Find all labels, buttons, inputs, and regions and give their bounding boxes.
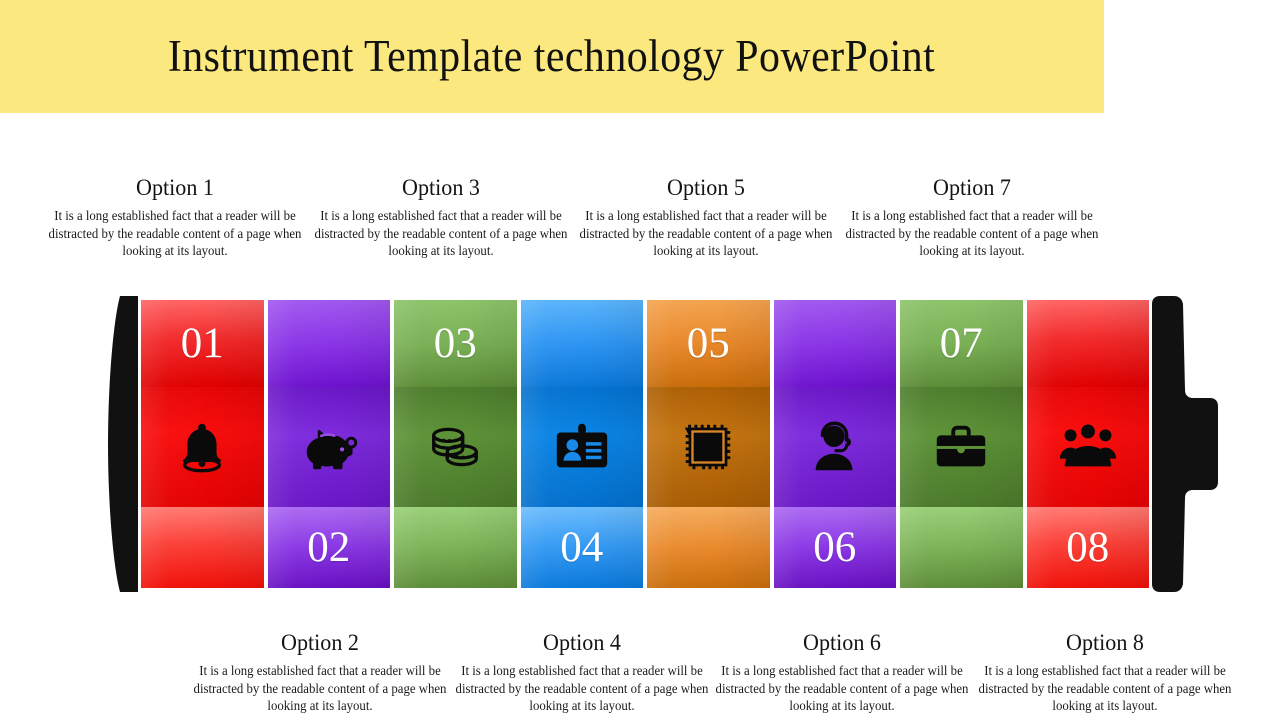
cell-5-number-band: 05 [647, 300, 770, 387]
option-heading-5: Option 5 [667, 175, 745, 200]
cell-8-blank-band [1026, 300, 1149, 387]
battery-cell-3[interactable]: 03 [394, 300, 517, 588]
option-body-7: It is a long established fact that a rea… [845, 208, 1099, 259]
page-title: Instrument Template technology PowerPoin… [168, 31, 936, 81]
option-body-2: It is a long established fact that a rea… [193, 663, 447, 714]
cell-8-number-band: 08 [1026, 507, 1149, 588]
battery-cell-4[interactable]: 04 [520, 300, 643, 588]
cell-8-number: 08 [1066, 524, 1110, 571]
coins-icon [424, 416, 486, 478]
bell-icon [171, 416, 233, 478]
battery-cell-5[interactable]: 05 [647, 300, 770, 588]
cell-1-blank-band [141, 507, 264, 588]
cell-2-number: 02 [307, 524, 351, 571]
battery-cell-7[interactable]: 07 [900, 300, 1023, 588]
postage-stamp-icon [677, 416, 739, 478]
cell-1-icon-band [141, 387, 264, 507]
cell-7-blank-band [900, 507, 1023, 588]
title-banner: Instrument Template technology PowerPoin… [0, 0, 1104, 113]
option-body-4: It is a long established fact that a rea… [455, 663, 709, 714]
cell-3-blank-band [394, 507, 517, 588]
battery-positive-terminal [1152, 296, 1222, 592]
cell-8-icon-band [1026, 387, 1149, 507]
cell-6-icon-band [773, 387, 896, 507]
cell-6-blank-band [773, 300, 896, 387]
option-body-1: It is a long established fact that a rea… [48, 208, 302, 259]
cell-2-blank-band [267, 300, 390, 387]
piggy-bank-icon [298, 416, 360, 478]
option-body-6: It is a long established fact that a rea… [715, 663, 969, 714]
cell-2-number-band: 02 [267, 507, 390, 588]
cell-7-number: 07 [939, 320, 983, 367]
cell-5-icon-band [647, 387, 770, 507]
battery-cell-8[interactable]: 08 [1026, 300, 1149, 588]
option-body-3: It is a long established fact that a rea… [314, 208, 568, 259]
option-text-block-2: Option 2 It is a long established fact t… [186, 630, 454, 715]
option-heading-2: Option 2 [281, 630, 359, 655]
option-text-block-7: Option 7 It is a long established fact t… [838, 175, 1106, 260]
battery-cell-2[interactable]: 02 [267, 300, 390, 588]
briefcase-icon [930, 416, 992, 478]
cell-4-number: 04 [560, 524, 604, 571]
battery-cell-1[interactable]: 01 [141, 300, 264, 588]
option-text-block-1: Option 1 It is a long established fact t… [41, 175, 309, 260]
id-card-icon [551, 416, 613, 478]
battery-negative-cap [108, 296, 138, 592]
cell-7-icon-band [900, 387, 1023, 507]
cell-4-blank-band [520, 300, 643, 387]
cell-1-number-band: 01 [141, 300, 264, 387]
option-text-block-6: Option 6 It is a long established fact t… [708, 630, 976, 715]
option-heading-6: Option 6 [803, 630, 881, 655]
cell-7-number-band: 07 [900, 300, 1023, 387]
option-heading-8: Option 8 [1066, 630, 1144, 655]
option-text-block-8: Option 8 It is a long established fact t… [971, 630, 1239, 715]
cell-1-number: 01 [180, 320, 224, 367]
cell-6-number: 06 [813, 524, 857, 571]
cell-5-blank-band [647, 507, 770, 588]
cell-3-number: 03 [433, 320, 477, 367]
option-body-5: It is a long established fact that a rea… [579, 208, 833, 259]
option-text-block-4: Option 4 It is a long established fact t… [448, 630, 716, 715]
cell-6-number-band: 06 [773, 507, 896, 588]
option-body-8: It is a long established fact that a rea… [978, 663, 1232, 714]
option-heading-3: Option 3 [402, 175, 480, 200]
cell-2-icon-band [267, 387, 390, 507]
cell-3-icon-band [394, 387, 517, 507]
cell-4-number-band: 04 [520, 507, 643, 588]
option-heading-7: Option 7 [933, 175, 1011, 200]
option-text-block-3: Option 3 It is a long established fact t… [307, 175, 575, 260]
cell-3-number-band: 03 [394, 300, 517, 387]
option-text-block-5: Option 5 It is a long established fact t… [572, 175, 840, 260]
support-agent-icon [804, 416, 866, 478]
battery-cell-strip: 01 02 03 04 05 06 07 08 [141, 300, 1149, 588]
cell-4-icon-band [520, 387, 643, 507]
group-people-icon [1057, 416, 1119, 478]
option-heading-1: Option 1 [136, 175, 214, 200]
cell-5-number: 05 [686, 320, 730, 367]
battery-cell-6[interactable]: 06 [773, 300, 896, 588]
option-heading-4: Option 4 [543, 630, 621, 655]
